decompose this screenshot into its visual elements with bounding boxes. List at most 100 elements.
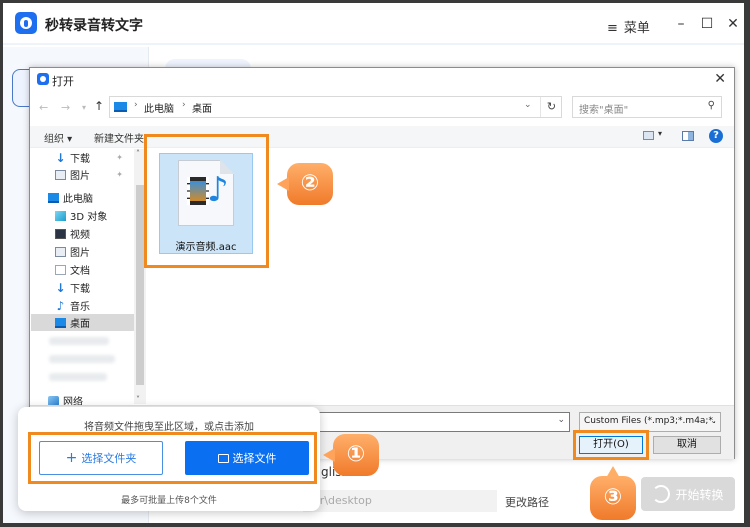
file-name: 演示音频.aac bbox=[175, 242, 237, 253]
cancel-button[interactable]: 取消 bbox=[653, 436, 721, 454]
maximize-button[interactable]: ☐ bbox=[699, 16, 715, 32]
videos-icon bbox=[55, 228, 66, 239]
nav-item-label: 视频 bbox=[70, 230, 90, 241]
menu-label: 菜单 bbox=[623, 21, 650, 36]
up-arrow-icon[interactable]: ↑ bbox=[94, 99, 104, 113]
new-folder-button[interactable]: 新建文件夹 bbox=[94, 130, 144, 145]
pin-icon: ✦ bbox=[116, 153, 123, 162]
audio-file-icon: ♪ bbox=[178, 160, 234, 226]
convert-icon bbox=[652, 485, 671, 503]
download-icon: ↓ bbox=[55, 150, 66, 165]
network-icon bbox=[48, 395, 59, 406]
breadcrumb-this-pc[interactable]: 此电脑 bbox=[144, 100, 174, 115]
open-file-dialog: 打开 ✕ ← → ▾ ↑ › 此电脑 › 桌面 ⌄ ↻ 搜索"桌面" ⚲ 组织 … bbox=[29, 67, 735, 459]
pc-icon bbox=[48, 192, 59, 203]
dialog-toolbar: 组织 ▾ 新建文件夹 ▾ ? bbox=[30, 126, 734, 148]
step-3-badge: ③ bbox=[590, 466, 636, 520]
app-titlebar: 秒转录音转文字 ≡ 菜单 – ☐ ✕ bbox=[3, 3, 744, 45]
breadcrumb-separator-icon: › bbox=[182, 100, 186, 110]
nav-item-this-pc[interactable]: 此电脑 bbox=[48, 189, 133, 206]
step-2-badge: ② bbox=[277, 163, 333, 205]
breadcrumb-desktop[interactable]: 桌面 bbox=[192, 100, 212, 115]
filename-input[interactable]: ⌄ bbox=[292, 412, 570, 432]
nav-item-pictures[interactable]: 图片 bbox=[55, 243, 133, 260]
nav-item-desktop[interactable]: 桌面 bbox=[31, 314, 134, 331]
dialog-title: 打开 bbox=[52, 75, 74, 88]
search-icon: ⚲ bbox=[707, 100, 715, 111]
pictures-icon bbox=[55, 169, 66, 180]
breadcrumb-separator-icon: › bbox=[134, 100, 138, 110]
back-arrow-icon[interactable]: ← bbox=[39, 101, 48, 114]
nav-item-label: 3D 对象 bbox=[70, 212, 108, 223]
scroll-down-icon[interactable]: ˅ bbox=[136, 395, 140, 404]
hamburger-icon: ≡ bbox=[607, 21, 618, 36]
upload-popup: 将音频文件拖曳至此区域，或点击添加 + 选择文件夹 选择文件 最多可批量上传8个… bbox=[18, 407, 320, 511]
address-bar[interactable]: › 此电脑 › 桌面 ⌄ ↻ bbox=[109, 96, 562, 118]
nav-item-downloads-quick[interactable]: ↓ 下载 ✦ bbox=[55, 149, 133, 166]
nav-item-label: 音乐 bbox=[70, 302, 90, 313]
address-dropdown-icon[interactable]: ⌄ bbox=[524, 100, 532, 110]
music-icon: ♪ bbox=[56, 298, 65, 313]
nav-item-music[interactable]: ♪ 音乐 bbox=[55, 297, 133, 314]
organize-menu[interactable]: 组织 ▾ bbox=[44, 130, 72, 145]
menu-button[interactable]: ≡ 菜单 bbox=[607, 17, 650, 36]
output-path-field[interactable]: or\desktop bbox=[303, 490, 497, 512]
forward-arrow-icon[interactable]: → bbox=[61, 101, 70, 114]
select-folder-label: 选择文件夹 bbox=[81, 452, 137, 465]
search-input[interactable]: 搜索"桌面" ⚲ bbox=[572, 96, 722, 118]
nav-item-documents[interactable]: 文档 bbox=[55, 261, 133, 278]
dialog-nav-row: ← → ▾ ↑ › 此电脑 › 桌面 ⌄ ↻ 搜索"桌面" ⚲ bbox=[30, 94, 734, 122]
help-icon[interactable]: ? bbox=[709, 129, 723, 143]
refresh-icon[interactable]: ↻ bbox=[540, 97, 562, 117]
download-icon: ↓ bbox=[55, 280, 66, 295]
dialog-close-button[interactable]: ✕ bbox=[714, 71, 726, 87]
desktop-icon bbox=[55, 317, 66, 328]
view-dropdown-icon[interactable]: ▾ bbox=[658, 129, 662, 138]
app-logo-icon bbox=[15, 12, 37, 34]
select-file-button[interactable]: 选择文件 bbox=[185, 441, 309, 475]
documents-icon bbox=[55, 264, 66, 275]
pc-icon bbox=[114, 102, 127, 112]
nav-pane-scrollbar[interactable]: ˄ ˅ bbox=[134, 149, 146, 404]
open-button[interactable]: 打开(O) bbox=[579, 436, 643, 454]
nav-item-label: 图片 bbox=[70, 248, 90, 259]
preview-pane-icon[interactable] bbox=[682, 131, 694, 141]
close-button[interactable]: ✕ bbox=[725, 16, 741, 32]
nav-item-label: 图片 bbox=[70, 171, 90, 182]
music-note-icon: ♪ bbox=[207, 170, 229, 210]
file-list-area: ♪ 演示音频.aac bbox=[147, 149, 734, 404]
file-item[interactable]: ♪ 演示音频.aac bbox=[159, 153, 253, 254]
change-view-icon[interactable] bbox=[643, 131, 654, 140]
step-1-badge: ① bbox=[323, 434, 379, 476]
select-folder-button[interactable]: + 选择文件夹 bbox=[39, 441, 163, 475]
nav-item-videos[interactable]: 视频 bbox=[55, 225, 133, 242]
film-image bbox=[190, 181, 206, 201]
minimize-button[interactable]: – bbox=[673, 16, 689, 32]
file-type-value: Custom Files (*.mp3;*.m4a;*. bbox=[584, 416, 716, 426]
select-file-label: 选择文件 bbox=[232, 452, 277, 465]
nav-item-3d-objects[interactable]: 3D 对象 bbox=[55, 207, 133, 224]
upload-limit-text: 最多可批量上传8个文件 bbox=[121, 496, 217, 506]
nav-item-downloads[interactable]: ↓ 下载 bbox=[55, 279, 133, 296]
blurred-drive-item[interactable] bbox=[49, 355, 115, 363]
scroll-up-icon[interactable]: ˄ bbox=[136, 149, 140, 158]
recent-locations-icon[interactable]: ▾ bbox=[82, 103, 86, 112]
filter-dropdown-icon: ⌄ bbox=[710, 416, 717, 425]
nav-item-label: 此电脑 bbox=[63, 194, 93, 205]
plus-icon: + bbox=[65, 450, 78, 466]
filename-dropdown-icon[interactable]: ⌄ bbox=[557, 415, 565, 425]
nav-item-label: 桌面 bbox=[70, 319, 90, 330]
nav-item-pictures-quick[interactable]: 图片 ✦ bbox=[55, 166, 133, 183]
file-type-filter[interactable]: Custom Files (*.mp3;*.m4a;*. ⌄ bbox=[579, 412, 721, 432]
start-convert-button[interactable]: 开始转换 bbox=[641, 477, 735, 511]
nav-item-label: 下载 bbox=[70, 284, 90, 295]
change-path-link[interactable]: 更改路径 bbox=[505, 494, 549, 510]
blurred-drive-item[interactable] bbox=[49, 337, 109, 345]
3d-objects-icon bbox=[55, 210, 66, 221]
folder-upload-icon bbox=[217, 453, 229, 463]
dialog-app-icon bbox=[37, 73, 49, 85]
blurred-drive-item[interactable] bbox=[49, 373, 107, 381]
upload-drop-hint: 将音频文件拖曳至此区域，或点击添加 bbox=[84, 422, 254, 433]
scrollbar-thumb[interactable] bbox=[136, 185, 144, 385]
search-placeholder: 搜索"桌面" bbox=[579, 105, 629, 116]
